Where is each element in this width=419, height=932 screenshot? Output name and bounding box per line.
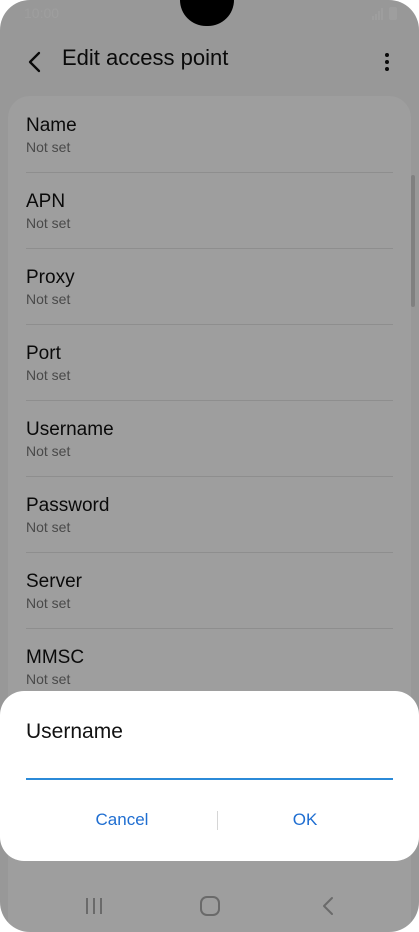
phone-screen: 10:00 Edit access point Name Not set APN… (0, 0, 419, 932)
recents-icon (86, 898, 102, 914)
nav-back-button[interactable] (316, 894, 340, 918)
dialog-title: Username (26, 720, 123, 743)
nav-back-icon (323, 897, 333, 915)
username-input[interactable] (26, 758, 393, 780)
cancel-button[interactable]: Cancel (62, 807, 182, 833)
home-button[interactable] (198, 894, 222, 918)
ok-button[interactable]: OK (245, 807, 365, 833)
navigation-bar (0, 880, 419, 932)
home-icon (200, 896, 220, 916)
recents-button[interactable] (82, 894, 106, 918)
button-divider (217, 811, 218, 830)
